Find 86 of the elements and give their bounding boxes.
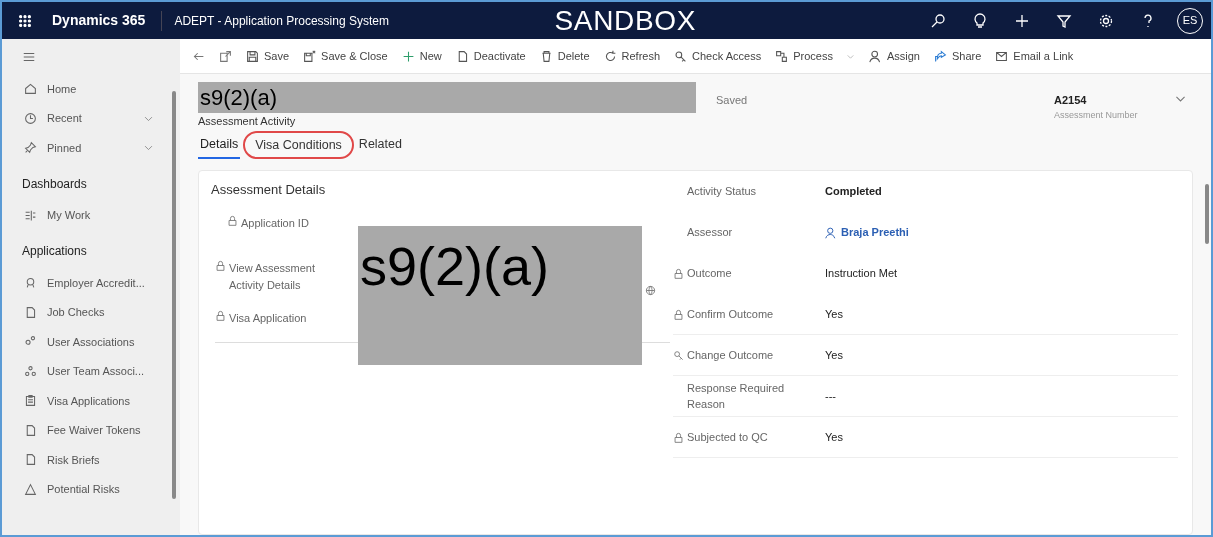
sidebar-heading: Applications <box>21 243 88 260</box>
field-label: Visa Application <box>229 311 308 326</box>
save-status: Saved <box>716 93 749 108</box>
scrollbar[interactable] <box>1205 184 1209 244</box>
person-icon <box>825 226 837 239</box>
envelope-icon <box>995 49 1009 63</box>
field-value: Yes <box>825 347 843 363</box>
sidebar-heading: Dashboards <box>21 175 88 193</box>
document-icon <box>24 423 37 437</box>
toolbar-button[interactable]: Delete <box>539 47 590 65</box>
redaction-block: s9(2)(a) <box>358 226 642 365</box>
field-label: Response Required Reason <box>687 380 786 412</box>
field-label: Activity Status <box>687 184 758 200</box>
field-label: View Assessment Activity Details <box>229 261 316 293</box>
house-icon <box>24 82 37 96</box>
sidebar-item[interactable]: Home <box>2 74 180 104</box>
team-icon <box>24 364 37 378</box>
sidebar-item[interactable]: User Team Associ... <box>2 356 180 386</box>
field-value: --- <box>825 388 836 404</box>
medal-icon <box>24 276 37 290</box>
pin-icon <box>24 141 37 155</box>
sidebar-item[interactable]: My Work <box>2 200 180 230</box>
toolbar-button[interactable]: Check Access <box>674 47 762 65</box>
toolbar-button[interactable]: Save <box>246 47 290 65</box>
toolbar-button[interactable]: Assign <box>868 47 920 65</box>
entity-type: Assessment Activity <box>198 114 297 129</box>
person-icon <box>868 49 882 63</box>
search-icon[interactable] <box>930 12 946 29</box>
toolbar-button[interactable]: Save & Close <box>303 47 388 65</box>
product-name[interactable]: Dynamics 365 <box>52 10 146 31</box>
refresh-icon <box>603 49 617 63</box>
tab[interactable]: Visa Conditions <box>243 131 354 159</box>
environment-label: SANDBOX <box>554 3 697 38</box>
field-value: Instruction Met <box>825 266 898 282</box>
field-value: Yes <box>825 306 843 322</box>
toolbar-button[interactable]: New <box>401 47 442 65</box>
triangle-icon <box>24 482 37 496</box>
redaction-block: s9(2)(a) <box>198 82 696 113</box>
sidebar-item[interactable]: Visa Applications <box>2 386 180 416</box>
clipboard-icon <box>24 394 37 408</box>
field-value: Yes <box>825 429 843 445</box>
tab[interactable]: Details <box>198 131 241 159</box>
popout-icon[interactable] <box>219 49 232 63</box>
field-label: Outcome <box>687 266 733 282</box>
clock-icon <box>24 111 37 125</box>
field-value: Completed <box>825 184 882 200</box>
section-title: Assessment Details <box>211 181 326 199</box>
document-icon <box>24 305 37 319</box>
sidebar-item[interactable]: Fee Waiver Tokens <box>2 415 180 445</box>
field-label: Subjected to QC <box>687 429 769 445</box>
sidebar-item[interactable]: Job Checks <box>2 297 180 327</box>
app-title: ADEPT - Application Processing System <box>174 12 390 30</box>
plus-icon <box>401 49 415 63</box>
field-label: Assessor <box>687 225 734 241</box>
toolbar-button[interactable]: Process <box>775 47 855 65</box>
globe-icon <box>645 285 656 296</box>
toolbar-button[interactable]: Share <box>933 47 982 65</box>
sidebar-item[interactable]: Pinned <box>2 133 180 163</box>
grid-icon <box>24 208 37 222</box>
toolbar-button[interactable]: Refresh <box>603 47 661 65</box>
flow-icon <box>775 49 789 63</box>
record-number: A2154 <box>1054 93 1088 108</box>
field-label: Assessment Number <box>1054 108 1139 122</box>
sidebar-item[interactable]: Risk Briefs <box>2 445 180 475</box>
document-icon <box>24 453 37 467</box>
toolbar-button[interactable]: Deactivate <box>455 47 526 65</box>
person-link[interactable]: Braja Preethi <box>825 224 909 241</box>
sidebar-item[interactable]: User Associations <box>2 327 180 357</box>
settings-icon[interactable] <box>1098 12 1114 29</box>
sidebar-item[interactable]: Recent <box>2 103 180 133</box>
share-icon <box>933 49 947 63</box>
lightbulb-icon[interactable] <box>972 12 988 29</box>
app-launcher-button[interactable] <box>18 13 32 28</box>
key-icon <box>674 49 688 63</box>
app-launcher-icon <box>18 13 32 28</box>
scrollbar[interactable] <box>172 91 176 499</box>
field-label: Change Outcome <box>687 347 775 363</box>
field-label: Application ID <box>241 216 310 231</box>
sidebar-item[interactable]: Employer Accredit... <box>2 268 180 298</box>
trash-icon <box>539 49 553 63</box>
tab[interactable]: Related <box>356 131 404 159</box>
toolbar-button[interactable]: Email a Link <box>995 47 1074 65</box>
plus-icon[interactable] <box>1014 12 1030 29</box>
field-label: Confirm Outcome <box>687 306 775 322</box>
sidebar-item[interactable]: Potential Risks <box>2 474 180 504</box>
filter-icon[interactable] <box>1056 12 1072 29</box>
